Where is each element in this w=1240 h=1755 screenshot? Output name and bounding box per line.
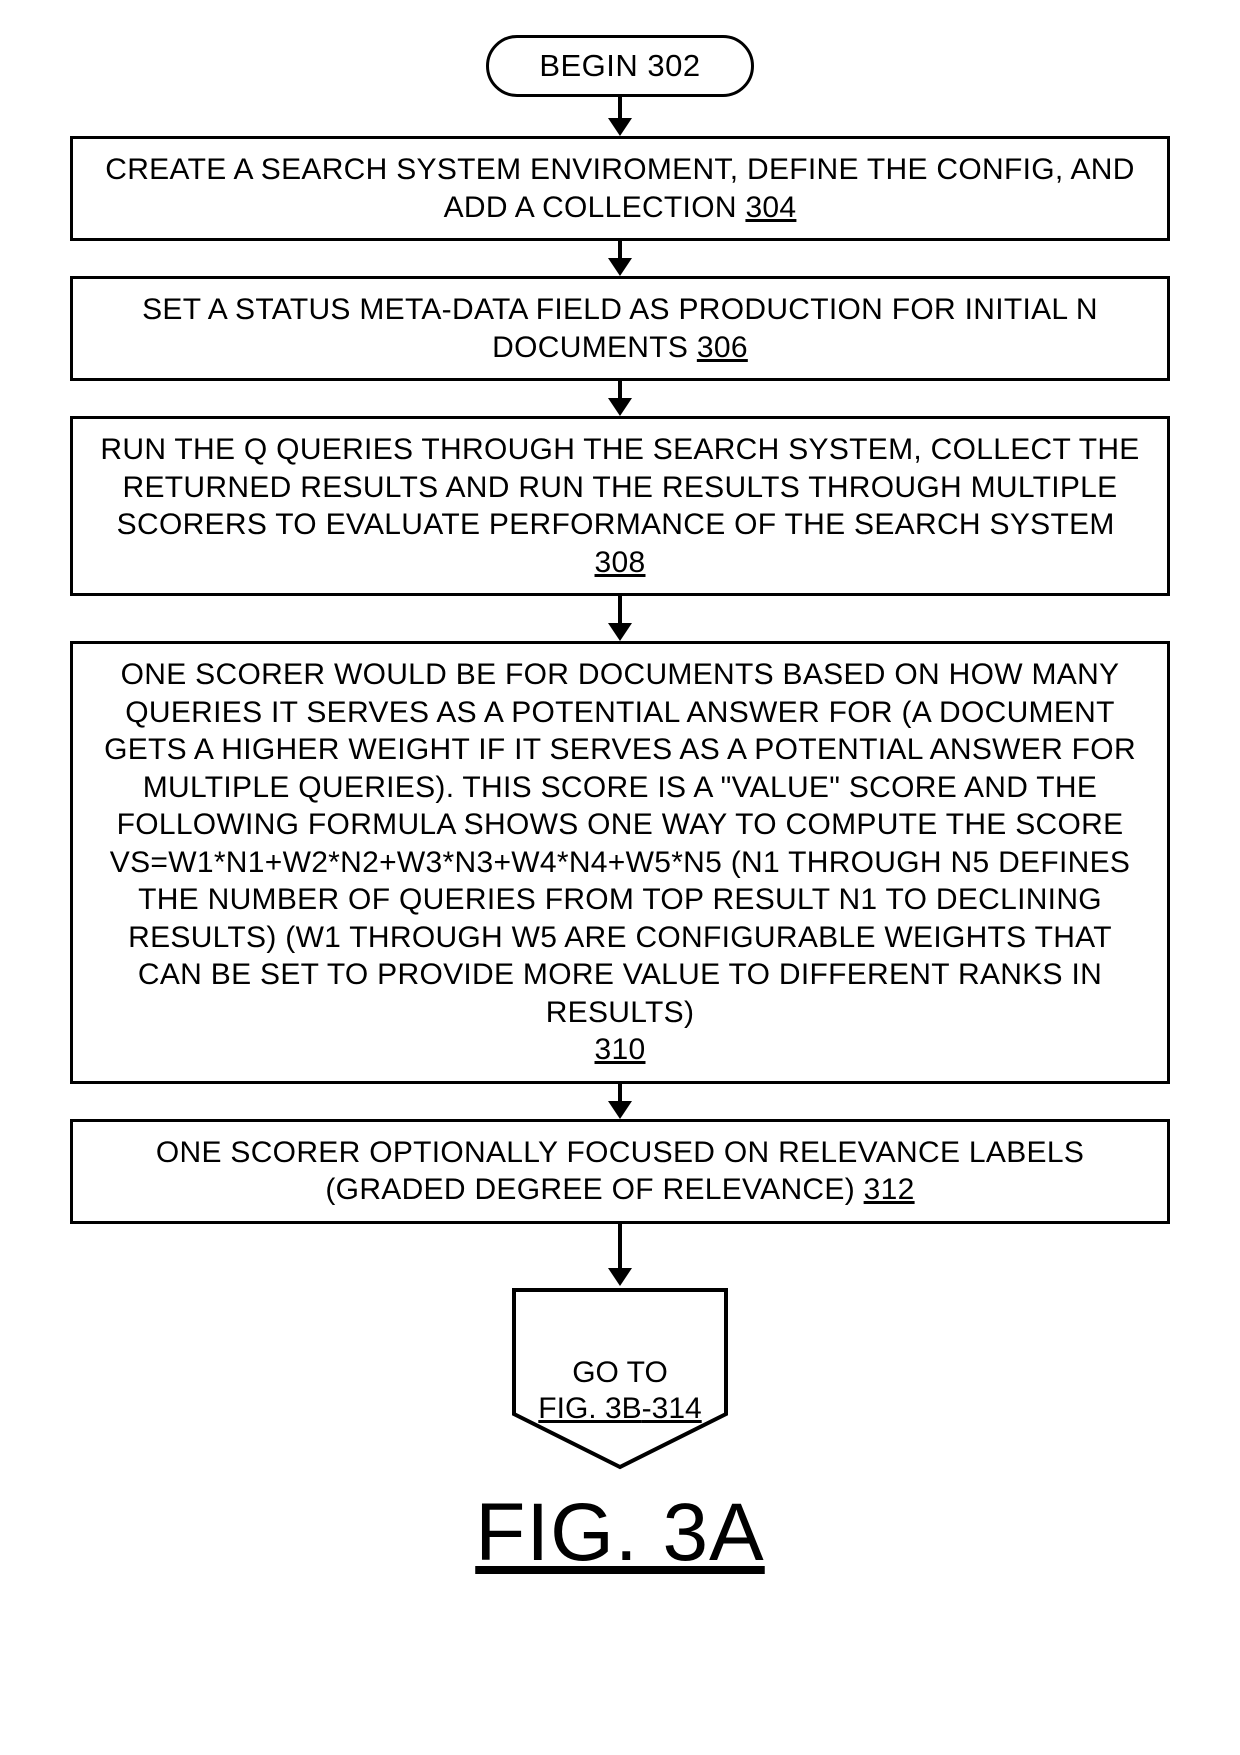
process-ref: 306	[697, 331, 748, 364]
terminal-label: BEGIN	[539, 48, 638, 83]
process-step-312: ONE SCORER OPTIONALLY FOCUSED ON RELEVAN…	[70, 1119, 1170, 1224]
terminal-ref: 302	[647, 48, 700, 83]
figure-label: FIG. 3A	[475, 1486, 765, 1580]
process-step-308: RUN THE Q QUERIES THROUGH THE SEARCH SYS…	[70, 416, 1170, 596]
process-ref: 304	[745, 191, 796, 224]
process-ref: 308	[595, 546, 646, 579]
arrow-icon	[608, 381, 632, 416]
process-step-306: SET A STATUS META-DATA FIELD AS PRODUCTI…	[70, 276, 1170, 381]
arrow-icon	[608, 97, 632, 136]
connector-line1: GO TO	[572, 1356, 668, 1389]
off-page-connector: GO TO FIG. 3B-314	[510, 1286, 730, 1471]
process-step-310: ONE SCORER WOULD BE FOR DOCUMENTS BASED …	[70, 641, 1170, 1084]
arrow-icon	[608, 241, 632, 276]
process-step-304: CREATE A SEARCH SYSTEM ENVIROMENT, DEFIN…	[70, 136, 1170, 241]
process-ref: 310	[595, 1033, 646, 1066]
process-text: RUN THE Q QUERIES THROUGH THE SEARCH SYS…	[100, 433, 1139, 541]
connector-line2-ref: -314	[642, 1392, 702, 1425]
arrow-icon	[608, 596, 632, 641]
process-text: ONE SCORER OPTIONALLY FOCUSED ON RELEVAN…	[156, 1136, 1084, 1207]
arrow-icon	[608, 1084, 632, 1119]
process-text: CREATE A SEARCH SYSTEM ENVIROMENT, DEFIN…	[105, 153, 1134, 224]
process-ref: 312	[864, 1173, 915, 1206]
process-text: SET A STATUS META-DATA FIELD AS PRODUCTI…	[142, 293, 1098, 364]
process-text: ONE SCORER WOULD BE FOR DOCUMENTS BASED …	[104, 658, 1136, 1029]
arrow-icon	[608, 1224, 632, 1286]
flowchart: BEGIN 302 CREATE A SEARCH SYSTEM ENVIROM…	[70, 35, 1170, 1580]
connector-line2-fig: FIG. 3B	[538, 1392, 641, 1425]
terminal-begin: BEGIN 302	[486, 35, 753, 97]
